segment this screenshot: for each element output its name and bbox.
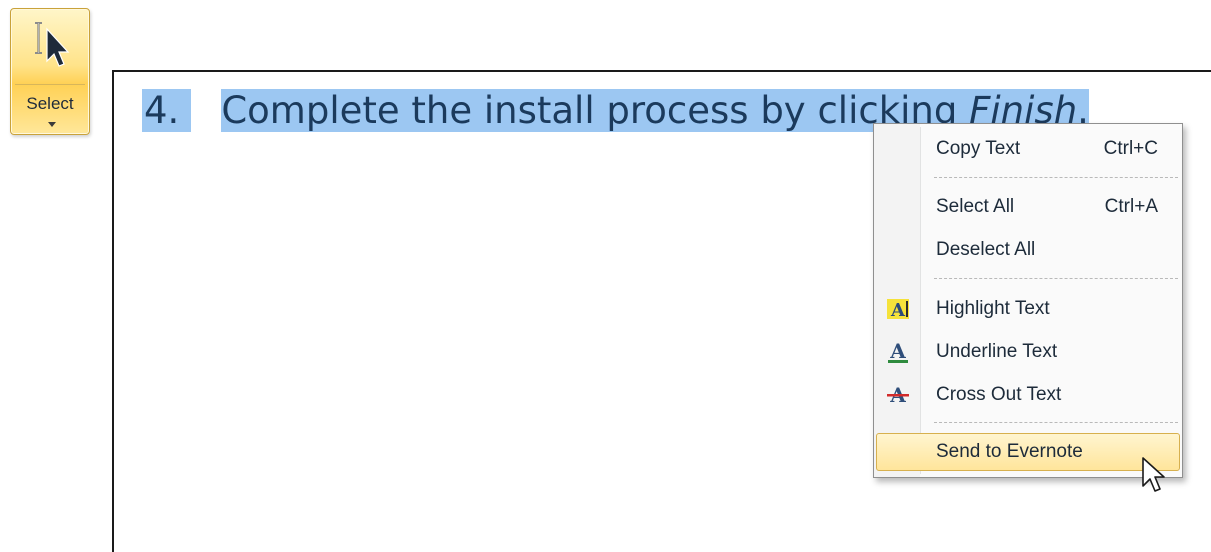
list-number: 4. xyxy=(142,89,192,132)
context-menu: Copy Text Ctrl+C Select All Ctrl+A Desel… xyxy=(873,123,1183,478)
menu-item-label: Send to Evernote xyxy=(936,441,1083,462)
select-button[interactable]: Select xyxy=(10,8,90,135)
menu-separator xyxy=(934,177,1178,178)
chevron-down-icon[interactable] xyxy=(48,122,56,127)
strikethrough-icon: A xyxy=(887,383,909,407)
select-tool-area[interactable] xyxy=(11,9,89,83)
menu-separator xyxy=(934,278,1178,279)
menu-item-shortcut: Ctrl+A xyxy=(1104,196,1158,217)
menu-separator xyxy=(934,422,1178,423)
menu-item-label: Select All xyxy=(936,196,1015,217)
menu-item-label: Highlight Text xyxy=(936,298,1050,319)
button-divider xyxy=(15,84,85,85)
menu-item-send-to-evernote[interactable]: Send to Evernote xyxy=(876,433,1180,471)
text-select-cursor-icon xyxy=(35,22,70,67)
underline-text-icon: A xyxy=(888,339,908,363)
select-label: Select xyxy=(26,94,74,113)
menu-item-shortcut: Ctrl+C xyxy=(1103,138,1158,159)
menu-item-deselect-all[interactable]: Deselect All xyxy=(876,231,1180,269)
menu-item-copy-text[interactable]: Copy Text Ctrl+C xyxy=(876,130,1180,168)
svg-text:A: A xyxy=(890,300,906,321)
mouse-pointer-icon xyxy=(1142,457,1165,492)
menu-item-cross-out-text[interactable]: A Cross Out Text xyxy=(876,376,1180,414)
svg-text:A: A xyxy=(889,339,906,363)
menu-item-label: Underline Text xyxy=(936,341,1058,362)
menu-item-label: Deselect All xyxy=(936,239,1036,260)
highlight-text-icon: A xyxy=(887,299,909,321)
menu-item-underline-text[interactable]: A Underline Text xyxy=(876,333,1180,371)
menu-item-highlight-text[interactable]: A Highlight Text xyxy=(876,290,1180,328)
menu-item-label: Cross Out Text xyxy=(936,384,1062,405)
menu-item-label: Copy Text xyxy=(936,138,1021,159)
menu-item-select-all[interactable]: Select All Ctrl+A xyxy=(876,188,1180,226)
